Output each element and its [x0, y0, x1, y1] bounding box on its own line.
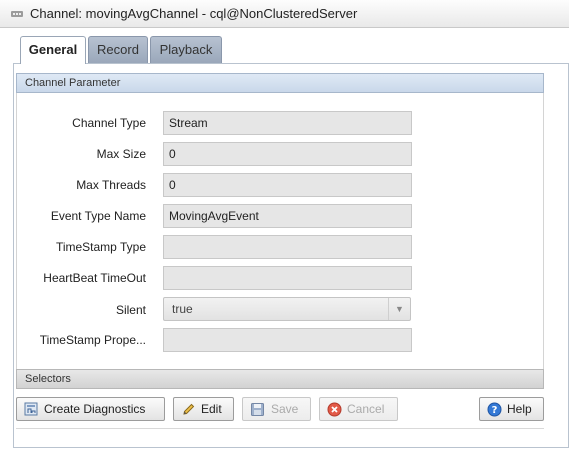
diagnostics-icon	[24, 402, 38, 416]
cancel-label: Cancel	[347, 402, 385, 416]
panel-bottom-divider	[16, 428, 544, 429]
create-diagnostics-button[interactable]: Create Diagnostics	[16, 397, 165, 421]
channel-type-label: Channel Type	[72, 116, 146, 130]
edit-label: Edit	[201, 402, 222, 416]
max-threads-label: Max Threads	[76, 178, 146, 192]
edit-button[interactable]: Edit	[173, 397, 234, 421]
silent-label: Silent	[115, 303, 146, 317]
tab-playback[interactable]: Playback	[150, 36, 222, 63]
save-label: Save	[271, 402, 299, 416]
silent-select[interactable]: true ▼	[163, 297, 411, 321]
cancel-icon	[327, 402, 342, 417]
max-size-field[interactable]: 0	[163, 142, 412, 166]
tab-record[interactable]: Record	[88, 36, 148, 63]
timestamp-property-field[interactable]	[163, 328, 412, 352]
cancel-button[interactable]: Cancel	[319, 397, 398, 421]
chevron-down-icon[interactable]: ▼	[388, 298, 410, 320]
event-type-name-label: Event Type Name	[50, 209, 146, 223]
max-size-label: Max Size	[96, 147, 146, 161]
floppy-disk-icon	[251, 403, 264, 416]
help-icon: ?	[487, 402, 502, 417]
help-label: Help	[507, 402, 532, 416]
timestamp-property-label: TimeStamp Prope...	[39, 333, 146, 347]
window-title: Channel: movingAvgChannel - cql@NonClust…	[30, 6, 358, 21]
help-button[interactable]: ? Help	[479, 397, 544, 421]
heartbeat-timeout-field[interactable]	[163, 266, 412, 290]
timestamp-type-label: TimeStamp Type	[55, 240, 146, 254]
section-channel-parameter[interactable]: Channel Parameter	[16, 73, 544, 93]
channel-type-field[interactable]: Stream	[163, 111, 412, 135]
window-titlebar: Channel: movingAvgChannel - cql@NonClust…	[0, 0, 569, 28]
create-diagnostics-label: Create Diagnostics	[44, 402, 146, 416]
section-selectors[interactable]: Selectors	[16, 369, 544, 389]
svg-text:?: ?	[492, 405, 498, 416]
channel-icon	[11, 11, 23, 17]
tab-general[interactable]: General	[20, 36, 86, 64]
timestamp-type-field[interactable]	[163, 235, 412, 259]
max-threads-field[interactable]: 0	[163, 173, 412, 197]
save-button[interactable]: Save	[242, 397, 311, 421]
event-type-name-field[interactable]: MovingAvgEvent	[163, 204, 412, 228]
pencil-icon	[183, 403, 195, 415]
silent-select-value: true	[172, 302, 193, 316]
heartbeat-timeout-label: HeartBeat TimeOut	[43, 271, 146, 285]
